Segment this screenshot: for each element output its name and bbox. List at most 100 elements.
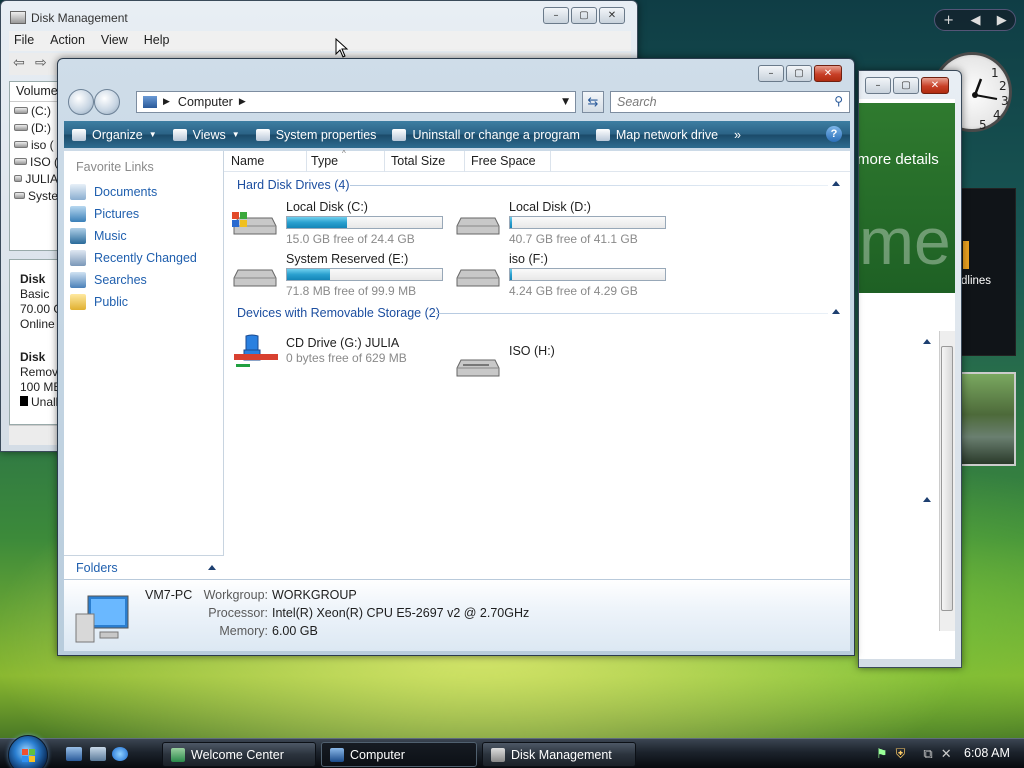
list-item[interactable]: (D:) xyxy=(10,119,58,136)
favorite-link-recently-changed[interactable]: Recently Changed xyxy=(70,247,197,269)
taskbar-clock[interactable]: 6:08 AM xyxy=(964,746,1010,760)
uninstall-icon xyxy=(392,128,407,141)
group-header-removable[interactable]: Devices with Removable Storage (2) xyxy=(237,306,440,320)
dropdown-icon: ▼ xyxy=(231,130,240,139)
collapse-group-icon[interactable] xyxy=(832,309,840,314)
searches-icon xyxy=(70,272,86,288)
column-header-free-space[interactable]: Free Space xyxy=(471,154,536,168)
network-icon[interactable]: ⧉ xyxy=(923,747,932,762)
more-commands-button[interactable]: » xyxy=(726,121,749,148)
collapse-group-icon[interactable] xyxy=(832,181,840,186)
search-input[interactable]: Search ⚲ xyxy=(610,91,850,113)
group-divider xyxy=(436,313,828,314)
hard-drive-windows-icon xyxy=(232,212,277,235)
memory-value: 6.00 GB xyxy=(272,624,318,638)
map-network-drive-button[interactable]: Map network drive xyxy=(588,121,726,148)
uninstall-program-button[interactable]: Uninstall or change a program xyxy=(384,121,587,148)
address-dropdown-icon[interactable]: ▼ xyxy=(562,97,569,107)
breadcrumb-arrow-icon[interactable]: ▶ xyxy=(163,97,170,107)
column-divider[interactable] xyxy=(550,151,551,172)
add-gadget-button[interactable]: + xyxy=(943,13,954,28)
volume-muted-icon[interactable]: ✕ xyxy=(941,747,952,762)
close-button[interactable]: ✕ xyxy=(599,7,625,24)
folders-toggle[interactable]: Folders xyxy=(64,555,224,579)
minimize-button[interactable]: – xyxy=(543,7,569,24)
disk-management-icon xyxy=(491,747,505,762)
column-divider[interactable] xyxy=(464,151,465,172)
address-bar[interactable]: ▶ Computer ▶ ▼ xyxy=(136,91,576,113)
list-item[interactable]: (C:) xyxy=(10,102,58,119)
menu-action[interactable]: Action xyxy=(45,31,90,51)
breadcrumb-arrow-icon[interactable]: ▶ xyxy=(239,97,246,107)
public-folder-icon xyxy=(70,294,86,310)
refresh-button[interactable]: ⇆ xyxy=(582,91,604,113)
back-button[interactable] xyxy=(68,89,94,115)
disk-label[interactable]: Disk xyxy=(10,272,58,287)
column-divider[interactable] xyxy=(306,151,307,172)
menu-file[interactable]: File xyxy=(9,31,39,51)
disk-label[interactable]: Disk xyxy=(10,350,58,365)
column-header-total-size[interactable]: Total Size xyxy=(391,154,445,168)
favorite-link-documents[interactable]: Documents xyxy=(70,181,197,203)
memory-label: Memory: xyxy=(219,624,268,638)
taskbar-disk-management[interactable]: Disk Management xyxy=(482,742,636,767)
drive-tile-c[interactable]: Local Disk (C:) 15.0 GB free of 24.4 GB xyxy=(224,200,444,248)
list-item[interactable]: ISO ( xyxy=(10,153,58,170)
favorite-link-music[interactable]: Music xyxy=(70,225,197,247)
maximize-button[interactable]: ▢ xyxy=(571,7,597,24)
maximize-button[interactable]: ▢ xyxy=(786,65,812,82)
navigation-pane: Favorite Links Documents Pictures Music … xyxy=(64,151,224,579)
volume-column-header[interactable]: Volume xyxy=(10,82,58,102)
taskbar-welcome-center[interactable]: Welcome Center xyxy=(162,742,316,767)
minimize-button[interactable]: – xyxy=(758,65,784,82)
list-item[interactable]: JULIA xyxy=(10,170,58,187)
prev-gadget-button[interactable]: ◀ xyxy=(970,13,980,28)
views-button[interactable]: Views ▼ xyxy=(165,121,248,148)
favorite-link-public[interactable]: Public xyxy=(70,291,197,313)
next-gadget-button[interactable]: ▶ xyxy=(997,13,1007,28)
windows-defender-icon[interactable]: ⛨ xyxy=(896,747,906,762)
drive-tile-f[interactable]: iso (F:) 4.24 GB free of 4.29 GB xyxy=(447,252,667,300)
help-icon[interactable]: ? xyxy=(826,126,842,142)
drive-tile-g[interactable]: CD Drive (G:) JULIA 0 bytes free of 629 … xyxy=(224,334,444,384)
column-divider[interactable] xyxy=(384,151,385,172)
system-properties-button[interactable]: System properties xyxy=(248,121,385,148)
forward-icon[interactable]: ⇨ xyxy=(35,55,47,71)
slideshow-gadget[interactable] xyxy=(960,372,1016,466)
collapse-icon[interactable] xyxy=(923,339,931,344)
column-header-type[interactable]: Type xyxy=(311,154,338,168)
menu-help[interactable]: Help xyxy=(139,31,175,51)
close-button[interactable]: ✕ xyxy=(921,77,949,94)
show-more-details-link[interactable]: more details xyxy=(859,151,939,168)
windows-logo-icon xyxy=(22,749,35,762)
computer-icon xyxy=(75,595,129,643)
news-gadget[interactable]: dlines xyxy=(958,188,1016,356)
internet-explorer-icon[interactable] xyxy=(112,747,128,761)
collapse-icon[interactable] xyxy=(923,497,931,502)
menu-bar: File Action View Help xyxy=(9,31,631,51)
breadcrumb[interactable]: Computer xyxy=(178,95,233,109)
list-item[interactable]: Syste xyxy=(10,187,58,204)
favorite-link-pictures[interactable]: Pictures xyxy=(70,203,197,225)
drive-tile-d[interactable]: Local Disk (D:) 40.7 GB free of 41.1 GB xyxy=(447,200,667,248)
list-item[interactable]: iso ( xyxy=(10,136,58,153)
favorite-link-searches[interactable]: Searches xyxy=(70,269,197,291)
security-shield-icon[interactable]: ⚑ xyxy=(876,747,888,762)
switch-windows-icon[interactable] xyxy=(90,747,106,761)
minimize-button[interactable]: – xyxy=(865,77,891,94)
group-header-hard-disks[interactable]: Hard Disk Drives (4) xyxy=(237,178,350,192)
forward-button[interactable] xyxy=(94,89,120,115)
maximize-button[interactable]: ▢ xyxy=(893,77,919,94)
back-icon[interactable]: ⇦ xyxy=(13,55,25,71)
column-header-name[interactable]: Name xyxy=(231,154,264,168)
start-button[interactable] xyxy=(8,735,48,768)
scrollbar-thumb[interactable] xyxy=(941,346,953,611)
search-icon[interactable]: ⚲ xyxy=(834,94,843,108)
drive-tile-h[interactable]: ISO (H:) xyxy=(447,342,667,390)
menu-view[interactable]: View xyxy=(96,31,133,51)
drive-tile-e[interactable]: System Reserved (E:) 71.8 MB free of 99.… xyxy=(224,252,444,300)
show-desktop-icon[interactable] xyxy=(66,747,82,761)
organize-button[interactable]: Organize ▼ xyxy=(64,121,165,148)
taskbar-computer[interactable]: Computer xyxy=(321,742,477,767)
close-button[interactable]: ✕ xyxy=(814,65,842,82)
